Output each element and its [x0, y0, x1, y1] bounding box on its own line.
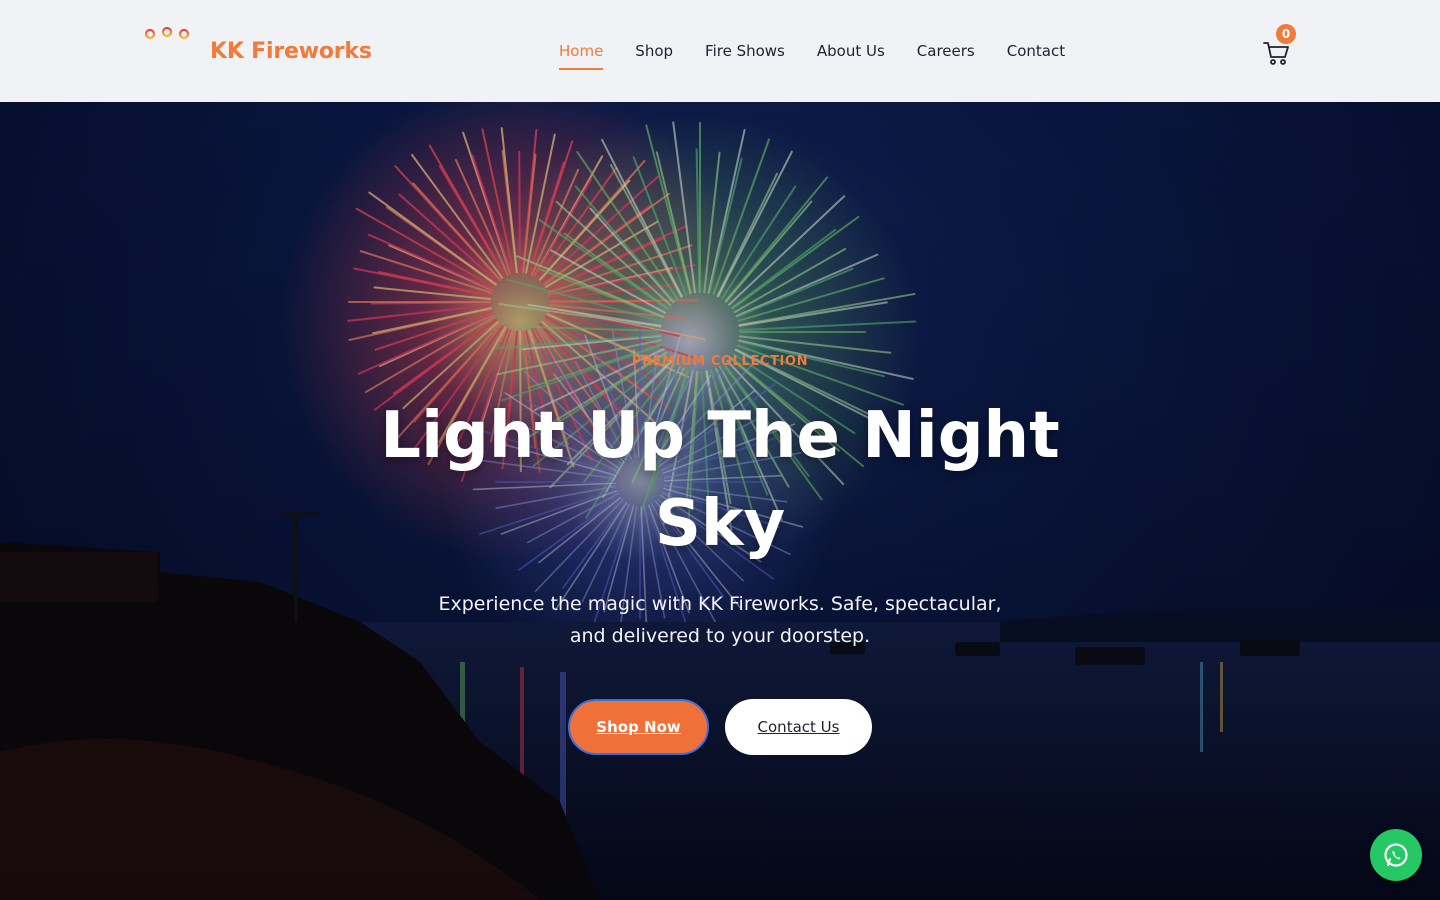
cart-count-badge: 0 [1276, 24, 1296, 44]
shop-now-button[interactable]: Shop Now [568, 699, 709, 755]
hero-content: PREMIUM COLLECTION Light Up The Night Sk… [0, 102, 1440, 900]
contact-us-button[interactable]: Contact Us [725, 699, 872, 755]
brand-logo-icon [144, 26, 190, 76]
brand-name[interactable]: KK Fireworks [210, 39, 372, 64]
brand[interactable]: KK Fireworks [144, 26, 372, 76]
nav-contact[interactable]: Contact [1007, 40, 1065, 70]
hero-title: Light Up The Night Sky [380, 399, 1060, 561]
hero-section: PREMIUM COLLECTION Light Up The Night Sk… [0, 102, 1440, 900]
nav-careers[interactable]: Careers [917, 40, 975, 70]
hero-subtitle: Experience the magic with KK Fireworks. … [438, 593, 1002, 647]
hero-eyebrow: PREMIUM COLLECTION [631, 354, 809, 369]
nav-about-us[interactable]: About Us [817, 40, 885, 70]
main-nav: Home Shop Fire Shows About Us Careers Co… [559, 40, 1097, 70]
whatsapp-button[interactable] [1370, 829, 1422, 881]
whatsapp-icon [1384, 843, 1408, 867]
nav-fire-shows[interactable]: Fire Shows [705, 40, 785, 70]
nav-home[interactable]: Home [559, 40, 604, 70]
site-header: KK Fireworks Home Shop Fire Shows About … [0, 0, 1440, 102]
nav-shop[interactable]: Shop [635, 40, 673, 70]
